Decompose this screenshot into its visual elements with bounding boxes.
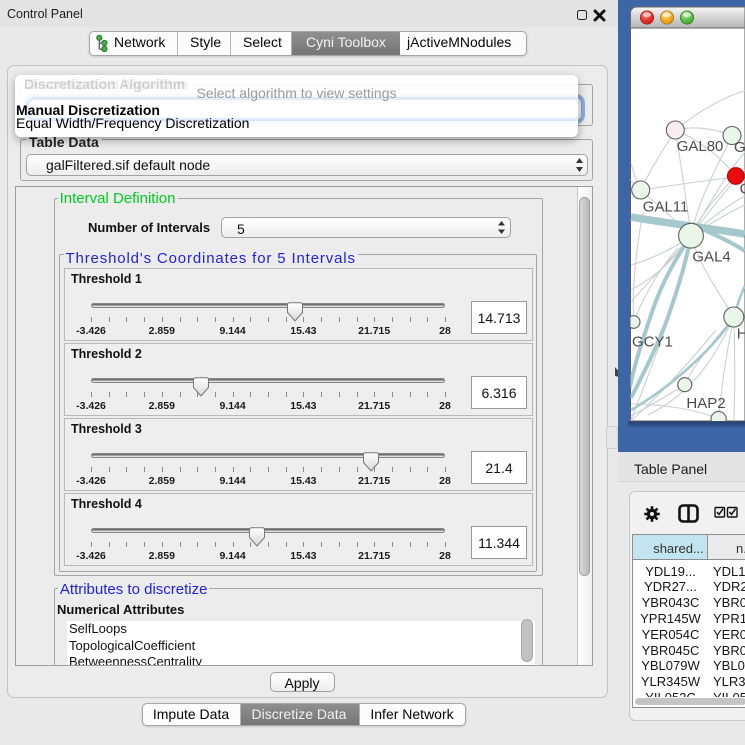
svg-text:G.: G. (734, 139, 745, 156)
svg-text:GAL11: GAL11 (643, 198, 689, 215)
svg-text:GCY1: GCY1 (632, 333, 673, 350)
svg-text:H: H (737, 325, 745, 342)
svg-text:GAL80: GAL80 (677, 138, 724, 155)
svg-text:C: C (740, 181, 745, 198)
svg-text:HAP2: HAP2 (686, 395, 725, 412)
svg-text:GAL4: GAL4 (692, 249, 730, 266)
